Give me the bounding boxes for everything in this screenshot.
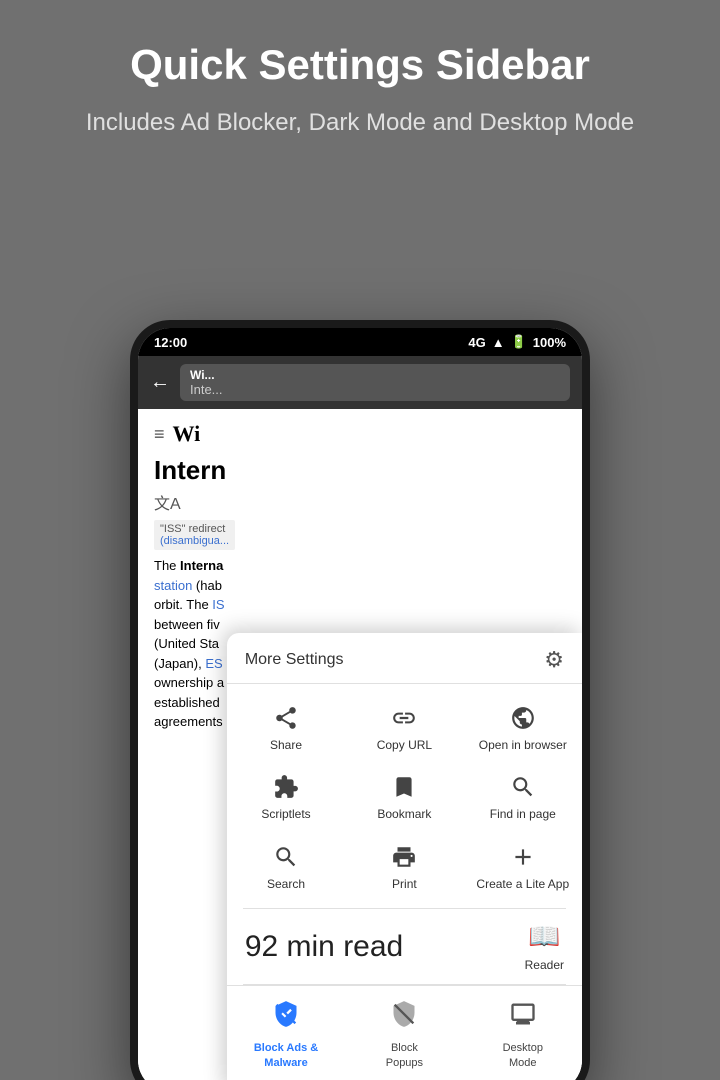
phone-screen: 12:00 4G ▲ 🔋 100% ← Wi... Inte... [138, 328, 582, 1080]
browser-toolbar: ← Wi... Inte... [138, 356, 582, 409]
open-browser-label: Open in browser [479, 738, 567, 754]
header-section: Quick Settings Sidebar Includes Ad Block… [0, 0, 720, 160]
bookmark-icon [390, 773, 418, 801]
back-button[interactable]: ← [150, 371, 170, 394]
search-label: Search [267, 877, 305, 893]
block-popups-label: BlockPopups [386, 1041, 423, 1070]
status-bar: 12:00 4G ▲ 🔋 100% [138, 328, 582, 356]
link-icon [390, 704, 418, 732]
scriptlets-label: Scriptlets [261, 807, 310, 823]
share-menu-item[interactable]: Share [227, 692, 345, 762]
copy-url-label: Copy URL [377, 738, 432, 754]
menu-title: More Settings [245, 651, 344, 669]
reader-label: Reader [525, 958, 564, 972]
signal-icon: ▲ [492, 335, 505, 350]
block-popups-icon [390, 1000, 418, 1035]
time-display: 12:00 [154, 335, 187, 350]
read-time-row: 92 min read 📖 Reader [227, 909, 582, 984]
wiki-logo-text: Wi [173, 421, 201, 447]
settings-gear-icon[interactable]: ⚙ [544, 647, 564, 673]
block-ads-label: Block Ads &Malware [254, 1041, 318, 1070]
find-in-page-menu-item[interactable]: Find in page [464, 761, 582, 831]
article-title: Intern [154, 455, 566, 486]
copy-url-menu-item[interactable]: Copy URL [345, 692, 463, 762]
block-popups-action[interactable]: BlockPopups [345, 990, 463, 1076]
desktop-mode-action[interactable]: DesktopMode [464, 990, 582, 1076]
print-menu-item[interactable]: Print [345, 831, 463, 901]
phone-outer: 12:00 4G ▲ 🔋 100% ← Wi... Inte... [130, 320, 590, 1080]
print-label: Print [392, 877, 417, 893]
puzzle-icon [272, 773, 300, 801]
block-ads-action[interactable]: Block Ads &Malware [227, 990, 345, 1076]
url-bar[interactable]: Wi... Inte... [180, 364, 570, 401]
find-in-page-label: Find in page [490, 807, 556, 823]
share-label: Share [270, 738, 302, 754]
print-icon [390, 843, 418, 871]
menu-items-grid: Share Copy URL [227, 684, 582, 909]
status-icons: 4G ▲ 🔋 100% [468, 334, 566, 350]
page-title: Quick Settings Sidebar [40, 40, 680, 90]
open-browser-menu-item[interactable]: Open in browser [464, 692, 582, 762]
page-background: Quick Settings Sidebar Includes Ad Block… [0, 0, 720, 1080]
search-menu-item[interactable]: Search [227, 831, 345, 901]
page-title-bar: Wi... [190, 368, 560, 382]
page-subtitle: Includes Ad Blocker, Dark Mode and Deskt… [40, 106, 680, 140]
quick-settings-menu: More Settings ⚙ Share [227, 633, 582, 1080]
hamburger-icon: ≡ [154, 424, 165, 445]
create-lite-app-menu-item[interactable]: Create a Lite App [464, 831, 582, 901]
reader-icon: 📖 [528, 921, 560, 952]
plus-icon [509, 843, 537, 871]
bottom-actions: Block Ads &Malware BlockPopups [227, 985, 582, 1080]
find-icon [509, 773, 537, 801]
share-icon [272, 704, 300, 732]
redirect-notice: "ISS" redirect(disambigua... [154, 520, 235, 550]
scriptlets-menu-item[interactable]: Scriptlets [227, 761, 345, 831]
globe-icon [509, 704, 537, 732]
phone-mockup: 12:00 4G ▲ 🔋 100% ← Wi... Inte... [130, 320, 590, 1080]
bookmark-menu-item[interactable]: Bookmark [345, 761, 463, 831]
battery-icon: 🔋 [511, 334, 527, 350]
search-icon [272, 843, 300, 871]
desktop-mode-icon [509, 1000, 537, 1035]
bookmark-label: Bookmark [377, 807, 431, 823]
reader-menu-item[interactable]: 📖 Reader [525, 921, 564, 972]
desktop-mode-label: DesktopMode [503, 1041, 543, 1070]
url-text: Inte... [190, 382, 560, 397]
block-ads-icon [272, 1000, 300, 1035]
network-indicator: 4G [468, 335, 485, 350]
read-time-text: 92 min read [245, 930, 403, 964]
create-lite-app-label: Create a Lite App [476, 877, 569, 893]
battery-level: 100% [533, 335, 566, 350]
menu-header: More Settings ⚙ [227, 633, 582, 684]
translate-icon: 文A [154, 490, 566, 514]
